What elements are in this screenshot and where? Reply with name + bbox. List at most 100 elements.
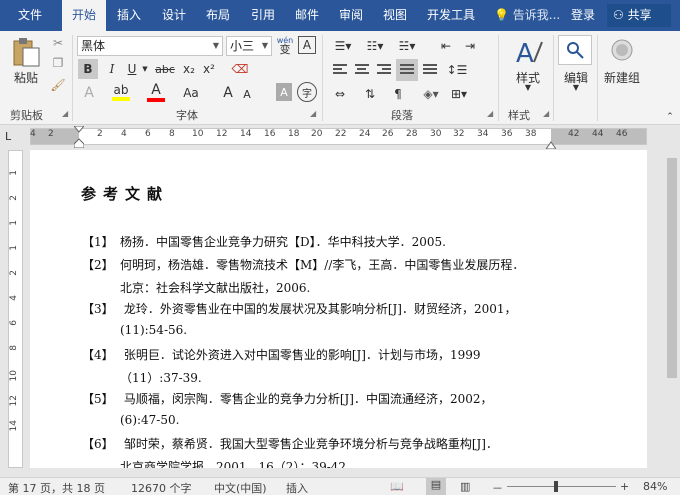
borders-icon[interactable]: ⊞▾: [448, 85, 470, 103]
shading-icon[interactable]: ◈▾: [420, 85, 442, 103]
reference-number: 【2】: [82, 258, 114, 272]
highlight-color-swatch: [112, 97, 130, 101]
indent-marker[interactable]: [72, 125, 86, 149]
character-border-button[interactable]: A: [298, 36, 316, 54]
paragraph-launcher-icon[interactable]: ◢: [487, 109, 493, 118]
reference-entry: 【5】 马顺福，闵宗陶．零售企业的竞争力分析[J]．中国流通经济，2002，: [82, 390, 493, 407]
enclose-characters-button[interactable]: 字: [297, 82, 317, 102]
print-layout-icon[interactable]: ▤: [426, 478, 446, 495]
tab-selector[interactable]: L: [5, 130, 19, 144]
vertical-ruler-number: 8: [9, 345, 19, 351]
tab-home[interactable]: 开始: [62, 0, 106, 31]
page-count[interactable]: 第 17 页，共 18 页: [8, 480, 105, 495]
decrease-indent-icon[interactable]: ⇤: [436, 37, 456, 55]
login-button[interactable]: 登录: [571, 0, 595, 31]
vertical-ruler-number: 1: [9, 170, 19, 176]
justify-icon[interactable]: [396, 59, 418, 81]
styles-launcher-icon[interactable]: ◢: [543, 109, 549, 118]
reference-continuation: 北京商学院学报，2001，16（2）：39-42.: [120, 460, 350, 468]
read-mode-icon[interactable]: 📖: [390, 480, 404, 493]
phonetic-guide-button[interactable]: wén 变: [276, 34, 294, 56]
tab-design[interactable]: 设计: [152, 0, 196, 31]
shrink-font-button[interactable]: A: [240, 85, 254, 103]
align-left-icon[interactable]: [330, 61, 350, 79]
font-color-swatch: [147, 98, 165, 102]
align-center-icon[interactable]: [352, 61, 372, 79]
document-page[interactable]: 参考文献 【1】 杨扬．中国零售企业竞争力研究【D】．华中科技大学．2005. 【2…: [30, 150, 647, 468]
format-painter-icon[interactable]: 🖌: [50, 77, 66, 93]
tab-review[interactable]: 审阅: [329, 0, 373, 31]
right-indent-marker[interactable]: [545, 138, 557, 150]
zoom-in-button[interactable]: +: [620, 480, 629, 493]
reference-number: 【6】: [82, 437, 114, 451]
tab-developer[interactable]: 开发工具: [420, 0, 482, 31]
highlight-button[interactable]: ab: [110, 81, 132, 103]
tab-references[interactable]: 引用: [241, 0, 285, 31]
tab-file[interactable]: 文件: [8, 0, 52, 31]
font-group-label: 字体: [176, 109, 198, 122]
word-count[interactable]: 12670 个字: [131, 480, 192, 495]
cut-icon[interactable]: ✂: [50, 35, 66, 51]
vertical-scrollbar[interactable]: [664, 150, 680, 468]
zoom-level[interactable]: 84%: [643, 480, 667, 493]
scrollbar-thumb[interactable]: [667, 158, 677, 378]
tab-layout[interactable]: 布局: [196, 0, 240, 31]
grow-font-button[interactable]: A: [220, 83, 236, 103]
chevron-down-icon[interactable]: ▼: [141, 63, 149, 75]
font-size-combo[interactable]: 小三 ▼: [226, 36, 272, 56]
align-right-icon[interactable]: [374, 61, 394, 79]
distributed-icon[interactable]: [420, 61, 440, 79]
clear-formatting-icon[interactable]: ⌫: [230, 59, 250, 79]
show-marks-icon[interactable]: ¶: [388, 85, 408, 103]
magnifier-icon: [567, 42, 584, 59]
vertical-ruler-number: 14: [9, 420, 19, 432]
numbering-icon[interactable]: ☷▾: [362, 37, 388, 55]
character-shading-button[interactable]: A: [276, 83, 292, 101]
horizontal-ruler[interactable]: L 4 2 2 4 6 8 10 12 14 16 18 20 22 24 26 28 30 32 34 36 38 42…: [0, 125, 680, 150]
share-button[interactable]: ⚇ 共享: [607, 4, 671, 27]
web-layout-icon[interactable]: ▥: [460, 480, 470, 493]
superscript-button[interactable]: x²: [200, 59, 218, 79]
clipboard-launcher-icon[interactable]: ◢: [62, 109, 68, 118]
language[interactable]: 中文(中国): [214, 480, 267, 495]
chevron-down-icon: ▼: [261, 41, 268, 50]
reference-text: 杨扬．中国零售企业竞争力研究【D】．华中科技大学．2005.: [120, 235, 446, 249]
strikethrough-button[interactable]: abc: [154, 59, 176, 79]
subscript-button[interactable]: x₂: [180, 59, 198, 79]
italic-button[interactable]: I: [102, 59, 122, 79]
line-spacing-icon[interactable]: ↕☰: [444, 61, 470, 79]
ruler-number: 18: [288, 129, 300, 139]
text-effects-icon[interactable]: A: [80, 83, 98, 103]
zoom-slider-knob[interactable]: [554, 481, 558, 492]
ruler-number: 36: [501, 129, 513, 139]
insert-mode[interactable]: 插入: [286, 480, 308, 495]
font-launcher-icon[interactable]: ◢: [310, 109, 316, 118]
font-color-button[interactable]: A: [146, 81, 166, 103]
tab-mailings[interactable]: 邮件: [285, 0, 329, 31]
reference-text: 何明珂，杨浩雄．零售物流技术【M】//李飞，王高．中国零售业发展历程．: [120, 258, 525, 272]
paste-button[interactable]: [10, 35, 42, 69]
chinese-layout-icon[interactable]: ⇔: [330, 85, 350, 103]
find-icon[interactable]: [558, 35, 592, 65]
new-group-button[interactable]: [608, 35, 636, 65]
tab-insert[interactable]: 插入: [107, 0, 151, 31]
bold-button[interactable]: B: [78, 59, 98, 79]
tab-view[interactable]: 视图: [373, 0, 417, 31]
multilevel-list-icon[interactable]: ☵▾: [394, 37, 420, 55]
font-size-value: 小三: [230, 39, 255, 53]
ruler-number: 16: [264, 129, 276, 139]
zoom-out-button[interactable]: －: [492, 480, 503, 495]
zoom-slider-track[interactable]: [507, 486, 616, 487]
styles-button[interactable]: A: [513, 35, 545, 69]
collapse-ribbon-icon[interactable]: ⌃: [664, 111, 676, 123]
reference-continuation: (6):47-50.: [120, 413, 180, 427]
increase-indent-icon[interactable]: ⇥: [460, 37, 480, 55]
tell-me-box[interactable]: 💡 告诉我...: [494, 0, 560, 31]
change-case-button[interactable]: Aa: [180, 83, 202, 103]
font-name-combo[interactable]: 黑体 ▼: [77, 36, 223, 56]
ruler-number: 4: [30, 129, 36, 139]
copy-icon[interactable]: ❐: [50, 55, 66, 71]
sort-icon[interactable]: ⇅: [360, 85, 380, 103]
bullets-icon[interactable]: ☰▾: [330, 37, 356, 55]
underline-button[interactable]: U: [123, 59, 141, 79]
